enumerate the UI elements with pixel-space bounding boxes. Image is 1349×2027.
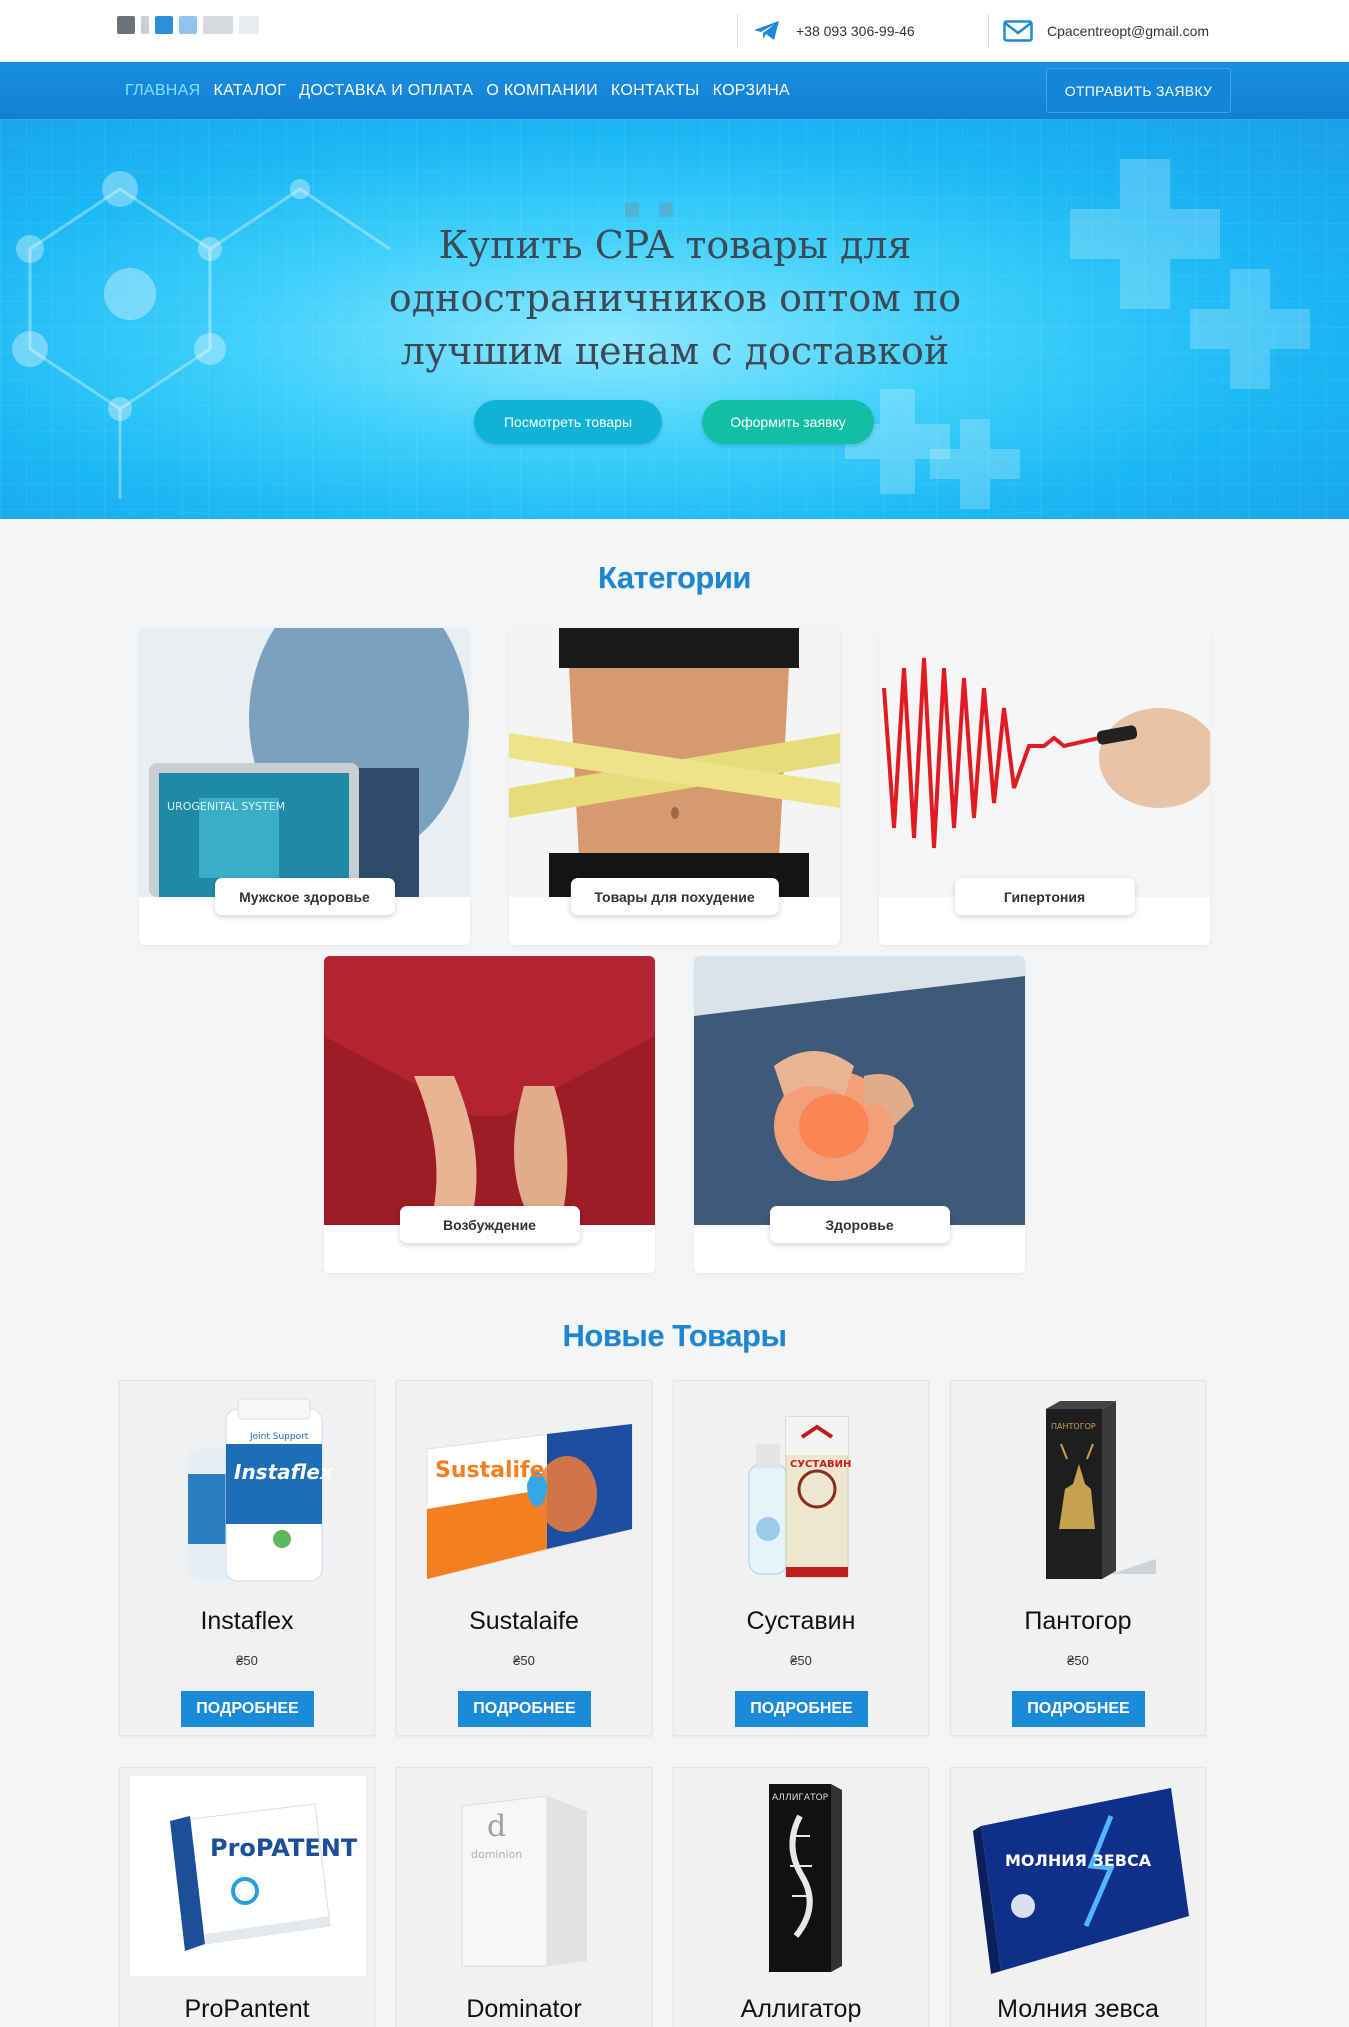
product-details-button[interactable]: ПОДРОБНЕЕ [1012,1691,1145,1727]
svg-text:Instaflex: Instaflex [234,1460,334,1484]
new-products-title: Новые Товары [562,1318,787,1353]
main-nav: ГЛАВНАЯ КАТАЛОГ ДОСТАВКА И ОПЛАТА О КОМП… [0,62,1349,119]
svg-text:СУСТАВИН: СУСТАВИН [790,1459,851,1470]
product-card-instaflex[interactable]: Instaflex Joint Support Instaflex ₴50 ПО… [119,1380,375,1736]
product-card-alligator[interactable]: АЛЛИГАТОР Аллигатор [673,1767,929,2027]
category-image [509,628,840,897]
product-image: ПАНТОГОР [961,1389,1197,1591]
category-card-arousal[interactable]: Возбуждение [324,956,655,1273]
product-name: Instaflex [200,1607,294,1635]
nav-item-delivery[interactable]: ДОСТАВКА И ОПЛАТА [299,82,473,100]
svg-text:ПАНТОГОР: ПАНТОГОР [1051,1422,1096,1431]
category-card-weight-loss[interactable]: Товары для похудение [509,628,840,945]
nav-item-contacts[interactable]: КОНТАКТЫ [611,82,700,100]
product-name: Sustalaife [469,1607,579,1635]
site-logo[interactable] [117,14,272,36]
category-image [879,628,1210,897]
nav-item-home[interactable]: ГЛАВНАЯ [125,82,201,100]
category-card-hypertension[interactable]: Гипертония [879,628,1210,945]
category-label: Товары для похудение [570,878,779,915]
product-price: ₴50 [1067,1653,1089,1668]
category-image: UROGENITAL SYSTEM [139,628,470,897]
product-name: Суставин [746,1607,856,1635]
product-image: ProPATENT [130,1776,366,1976]
svg-text:МОЛНИЯ ЗЕВСА: МОЛНИЯ ЗЕВСА [1005,1851,1152,1870]
send-request-button[interactable]: ОТПРАВИТЬ ЗАЯВКУ [1046,68,1231,113]
category-card-health[interactable]: Здоровье [694,956,1025,1273]
product-image: МОЛНИЯ ЗЕВСА [961,1776,1197,1976]
nav-item-about[interactable]: О КОМПАНИИ [486,82,598,100]
product-details-button[interactable]: ПОДРОБНЕЕ [181,1691,314,1727]
hero-title: Купить CPA товары для одностраничников о… [388,223,962,373]
category-image [694,956,1025,1225]
product-details-button[interactable]: ПОДРОБНЕЕ [735,1691,868,1727]
category-label: Здоровье [769,1206,950,1243]
product-name: Аллигатор [740,1995,862,2023]
product-image: Sustalife [407,1389,643,1591]
envelope-icon [1003,19,1033,43]
nav-links: ГЛАВНАЯ КАТАЛОГ ДОСТАВКА И ОПЛАТА О КОМП… [125,62,790,119]
svg-text:d: d [487,1809,506,1844]
product-price: ₴50 [513,1653,535,1668]
product-details-button[interactable]: ПОДРОБНЕЕ [458,1691,591,1727]
place-order-button[interactable]: Оформить заявку [702,400,874,444]
product-card-propantent[interactable]: ProPATENT ProPantent [119,1767,375,2027]
product-name: Dominator [466,1995,582,2023]
product-image: АЛЛИГАТОР [684,1776,920,1976]
svg-text:Sustalife: Sustalife [435,1458,545,1483]
categories-title: Категории [598,560,751,595]
category-label: Гипертония [954,878,1135,915]
product-name: Молния зевса [997,1995,1159,2023]
phone-contact[interactable]: +38 093 306-99-46 [737,14,915,48]
product-name: Пантогор [1024,1607,1132,1635]
product-card-molnia-zevsa[interactable]: МОЛНИЯ ЗЕВСА Молния зевса [950,1767,1206,2027]
email-contact[interactable]: Cpacentreopt@gmail.com [988,14,1209,48]
product-card-sustavin[interactable]: СУСТАВИН Суставин ₴50 ПОДРОБНЕЕ [673,1380,929,1736]
product-card-pantogor[interactable]: ПАНТОГОР Пантогор ₴50 ПОДРОБНЕЕ [950,1380,1206,1736]
product-price: ₴50 [236,1653,258,1668]
svg-text:UROGENITAL SYSTEM: UROGENITAL SYSTEM [167,800,285,813]
category-label: Мужское здоровье [214,878,395,915]
email-address: Cpacentreopt@gmail.com [1047,23,1210,39]
top-bar: +38 093 306-99-46 Cpacentreopt@gmail.com [0,0,1349,62]
telegram-icon [752,19,782,43]
hero-banner: Купить CPA товары для одностраничников о… [0,119,1349,519]
svg-text:dominion: dominion [471,1848,522,1861]
category-label: Возбуждение [399,1206,580,1243]
product-image: Instaflex Joint Support [130,1389,366,1591]
product-card-dominator[interactable]: d dominion Dominator [396,1767,652,2027]
svg-text:Joint Support: Joint Support [249,1432,309,1442]
nav-item-catalog[interactable]: КАТАЛОГ [214,82,287,100]
svg-text:АЛЛИГАТОР: АЛЛИГАТОР [772,1793,829,1803]
category-image [324,956,655,1225]
product-price: ₴50 [790,1653,812,1668]
product-name: ProPantent [184,1995,310,2023]
svg-text:ProPATENT: ProPATENT [210,1834,358,1862]
product-card-sustalaife[interactable]: Sustalife Sustalaife ₴50 ПОДРОБНЕЕ [396,1380,652,1736]
category-card-mens-health[interactable]: UROGENITAL SYSTEM Мужское здоровье [139,628,470,945]
view-products-button[interactable]: Посмотреть товары [474,400,662,444]
product-image: СУСТАВИН [684,1389,920,1591]
product-image: d dominion [407,1776,643,1976]
nav-item-cart[interactable]: КОРЗИНА [713,82,790,100]
phone-number: +38 093 306-99-46 [796,23,915,39]
